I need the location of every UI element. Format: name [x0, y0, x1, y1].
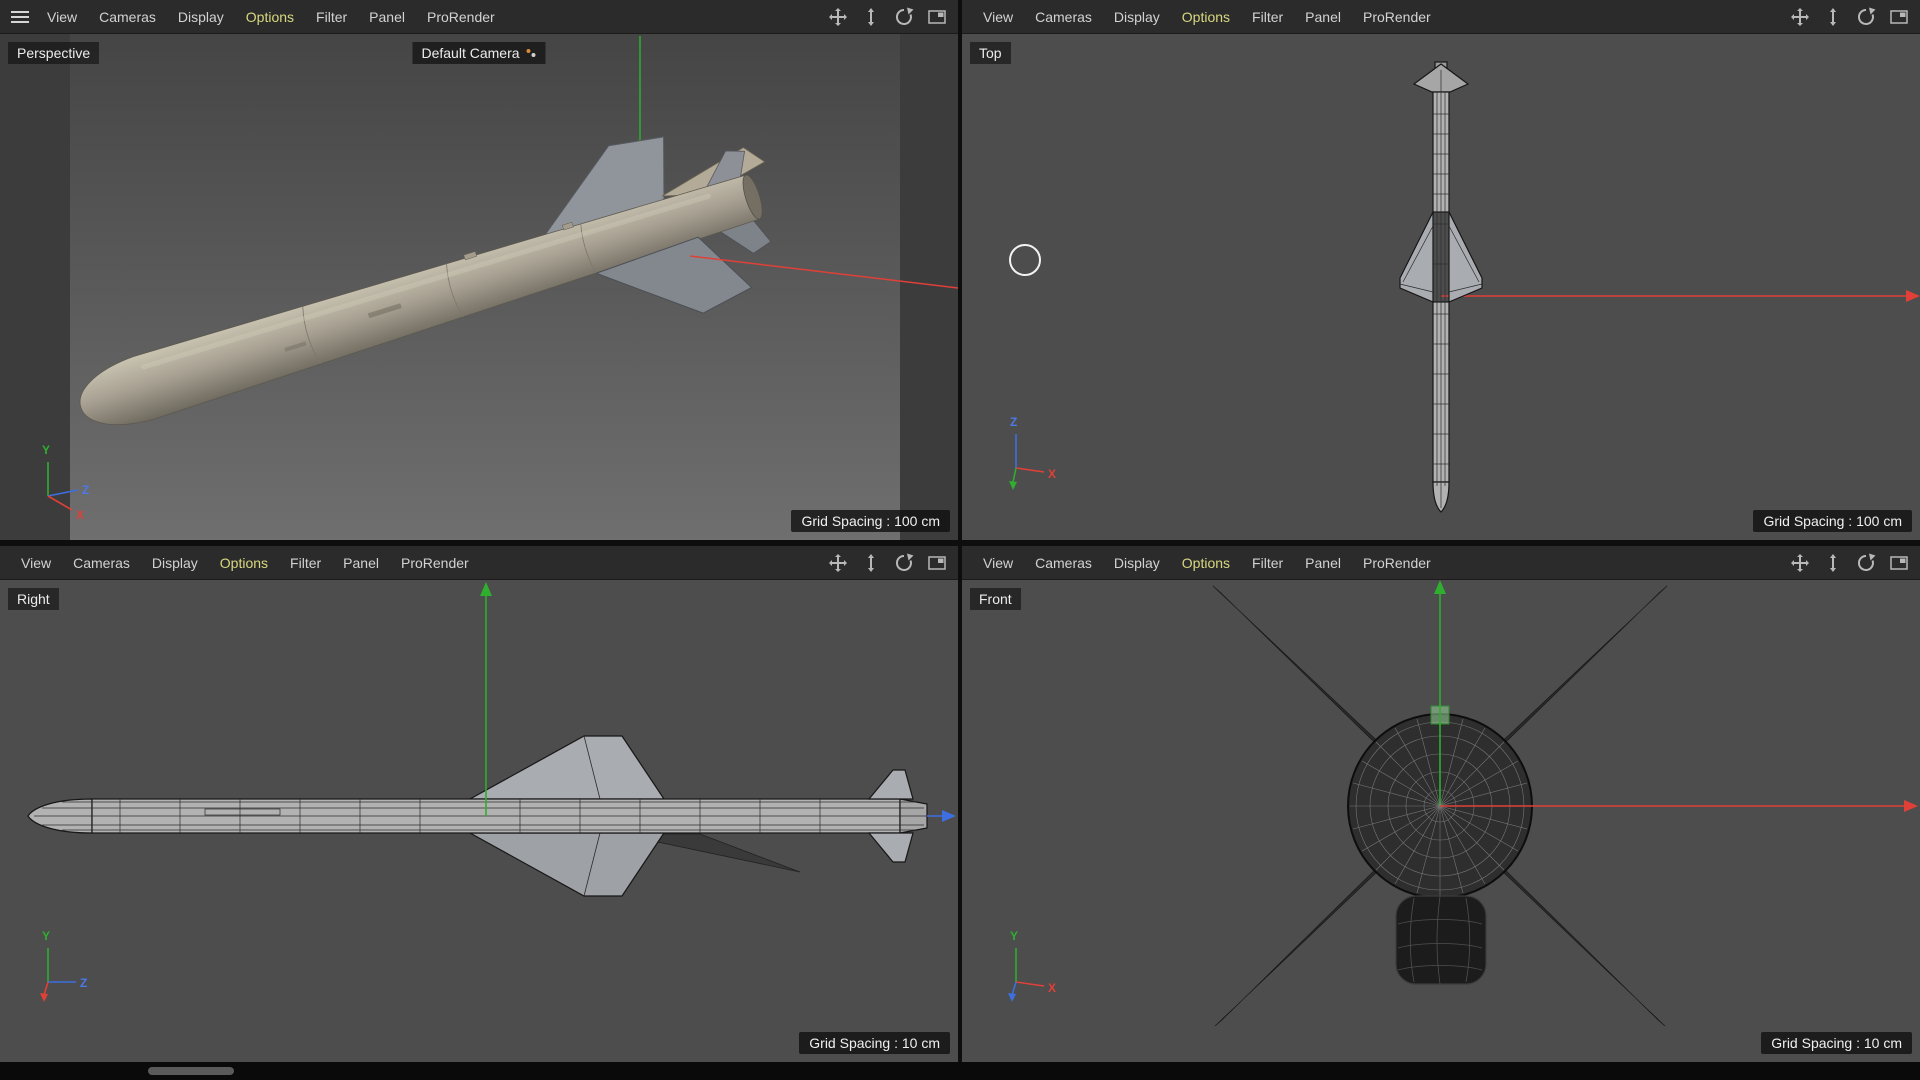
perspective-menubar: View Cameras Display Options Filter Pane…: [0, 0, 958, 34]
camera-name: Default Camera: [421, 45, 520, 61]
cursor-ring: [1009, 244, 1041, 276]
viewport-name-label: Top: [970, 42, 1011, 64]
grid-spacing-badge: Grid Spacing : 100 cm: [1753, 510, 1912, 532]
right-menubar: View Cameras Display Options Filter Pane…: [0, 546, 958, 580]
top-scene: [1009, 61, 1920, 513]
pan-view-icon[interactable]: [1789, 552, 1811, 574]
menu-item-filter[interactable]: Filter: [279, 555, 332, 571]
axis-gizmo-right: Y Z: [40, 929, 87, 1002]
tail-section-wireframe: [1395, 895, 1487, 985]
svg-text:Z: Z: [1010, 415, 1017, 429]
camera-icon: [526, 48, 537, 58]
toggle-view-layout-icon[interactable]: [926, 552, 948, 574]
svg-text:Z: Z: [82, 483, 89, 497]
pan-view-icon[interactable]: [1789, 6, 1811, 28]
menu-item-view[interactable]: View: [10, 555, 62, 571]
menu-item-filter[interactable]: Filter: [305, 9, 358, 25]
menu-item-view[interactable]: View: [972, 9, 1024, 25]
grid-spacing-badge: Grid Spacing : 100 cm: [791, 510, 950, 532]
viewport-nav-icons: [1789, 6, 1910, 28]
front-menubar: View Cameras Display Options Filter Pane…: [962, 546, 1920, 580]
viewport-panel-perspective: View Cameras Display Options Filter Pane…: [0, 0, 958, 540]
dolly-view-icon[interactable]: [1822, 6, 1844, 28]
c4d-four-view-workspace: View Cameras Display Options Filter Pane…: [0, 0, 1920, 1080]
top-viewport[interactable]: Top Z X Grid Spacing : 100 cm: [962, 34, 1920, 540]
viewport-name-label: Perspective: [8, 42, 100, 64]
menu-item-view[interactable]: View: [36, 9, 88, 25]
toggle-view-layout-icon[interactable]: [926, 6, 948, 28]
toggle-view-layout-icon[interactable]: [1888, 552, 1910, 574]
top-menubar: View Cameras Display Options Filter Pane…: [962, 0, 1920, 34]
dolly-view-icon[interactable]: [860, 552, 882, 574]
menu-item-panel[interactable]: Panel: [1294, 9, 1352, 25]
toggle-view-layout-icon[interactable]: [1888, 6, 1910, 28]
menu-item-panel[interactable]: Panel: [358, 9, 416, 25]
menu-item-options[interactable]: Options: [1171, 9, 1241, 25]
viewport-nav-icons: [827, 6, 948, 28]
rotate-view-icon[interactable]: [1855, 6, 1877, 28]
rotate-view-icon[interactable]: [893, 552, 915, 574]
svg-text:Y: Y: [42, 443, 50, 457]
menu-item-options[interactable]: Options: [235, 9, 305, 25]
timeline-scrollbar[interactable]: [148, 1067, 234, 1075]
hamburger-icon: [11, 10, 29, 23]
menu-item-panel[interactable]: Panel: [1294, 555, 1352, 571]
viewport-name-label: Front: [970, 588, 1021, 610]
viewport-nav-icons: [827, 552, 948, 574]
svg-text:Y: Y: [1010, 929, 1018, 943]
dolly-view-icon[interactable]: [1822, 552, 1844, 574]
perspective-viewport[interactable]: Perspective Default Camera Y Z X Grid Sp…: [0, 34, 958, 540]
axis-gizmo-perspective: Y Z X: [42, 443, 89, 522]
viewport-panel-right: View Cameras Display Options Filter Pane…: [0, 546, 958, 1062]
right-viewport[interactable]: Right Y Z Grid Spacing : 10 cm: [0, 580, 958, 1062]
perspective-scene: [79, 36, 958, 426]
grid-spacing-badge: Grid Spacing : 10 cm: [1761, 1032, 1912, 1054]
menu-item-prorender[interactable]: ProRender: [1352, 9, 1442, 25]
svg-text:X: X: [76, 508, 84, 522]
axis-gizmo-top: Z X: [1009, 415, 1056, 490]
svg-text:Y: Y: [42, 929, 50, 943]
pan-view-icon[interactable]: [827, 6, 849, 28]
front-viewport[interactable]: Front Y X Grid Spacing : 10 cm: [962, 580, 1920, 1062]
menu-item-options[interactable]: Options: [209, 555, 279, 571]
menu-item-cameras[interactable]: Cameras: [1024, 555, 1103, 571]
dolly-view-icon[interactable]: [860, 6, 882, 28]
menu-item-prorender[interactable]: ProRender: [416, 9, 506, 25]
viewport-panel-front: View Cameras Display Options Filter Pane…: [962, 546, 1920, 1062]
right-scene: [27, 582, 956, 897]
front-scene: [1212, 580, 1918, 1027]
axis-gizmo-front: Y X: [1008, 929, 1056, 1002]
menu-item-filter[interactable]: Filter: [1241, 555, 1294, 571]
menu-item-prorender[interactable]: ProRender: [390, 555, 480, 571]
viewport-name-label: Right: [8, 588, 59, 610]
menu-item-cameras[interactable]: Cameras: [62, 555, 141, 571]
missile-shaded-model: [79, 136, 772, 426]
menu-item-panel[interactable]: Panel: [332, 555, 390, 571]
viewport-nav-icons: [1789, 552, 1910, 574]
menu-item-display[interactable]: Display: [1103, 9, 1171, 25]
grid-spacing-badge: Grid Spacing : 10 cm: [799, 1032, 950, 1054]
menu-item-view[interactable]: View: [972, 555, 1024, 571]
viewport-menu-icon[interactable]: [10, 9, 30, 25]
bottom-scrollbar-strip: [0, 1062, 1920, 1080]
viewport-panel-top: View Cameras Display Options Filter Pane…: [962, 0, 1920, 540]
rotate-view-icon[interactable]: [893, 6, 915, 28]
menu-item-cameras[interactable]: Cameras: [88, 9, 167, 25]
svg-text:X: X: [1048, 981, 1056, 995]
menu-item-display[interactable]: Display: [141, 555, 209, 571]
pan-view-icon[interactable]: [827, 552, 849, 574]
menu-item-prorender[interactable]: ProRender: [1352, 555, 1442, 571]
active-camera-label[interactable]: Default Camera: [412, 42, 546, 64]
svg-text:Z: Z: [80, 976, 87, 990]
menu-item-display[interactable]: Display: [167, 9, 235, 25]
menu-item-cameras[interactable]: Cameras: [1024, 9, 1103, 25]
svg-text:X: X: [1048, 467, 1056, 481]
menu-item-options[interactable]: Options: [1171, 555, 1241, 571]
menu-item-display[interactable]: Display: [1103, 555, 1171, 571]
rotate-view-icon[interactable]: [1855, 552, 1877, 574]
menu-item-filter[interactable]: Filter: [1241, 9, 1294, 25]
